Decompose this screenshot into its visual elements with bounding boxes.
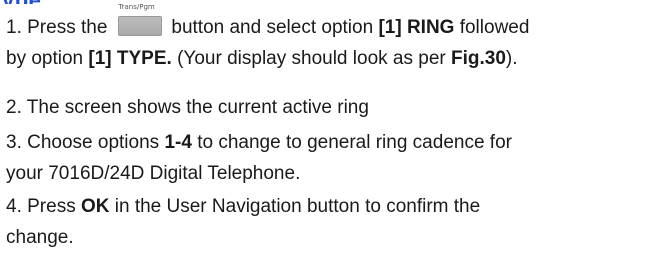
option-range: 1-4 — [164, 132, 192, 153]
option-type: [1] TYPE. — [88, 48, 172, 69]
step-3-text-c: your 7016D/24D Digital Telephone. — [6, 163, 301, 184]
step-1-text-e: (Your display should look as per — [171, 48, 451, 69]
step-4: 4. Press OK in the User Navigation butto… — [6, 191, 480, 253]
step-4-line-1: 4. Press OK in the User Navigation butto… — [6, 191, 480, 222]
section-heading-fragment: ype — [2, 0, 41, 4]
key-caption: Trans/Pgm — [118, 3, 155, 11]
step-1-line-1: 1. Press the Trans/Pgm button and select o… — [6, 3, 530, 43]
option-ring: [1] RING — [378, 17, 455, 38]
step-4-line-2: change. — [6, 222, 480, 253]
step-4-text-a: 4. Press — [6, 196, 81, 217]
step-2: 2. The screen shows the current active r… — [6, 92, 369, 123]
step-4-text-c: change. — [6, 227, 74, 248]
step-3-line-2: your 7016D/24D Digital Telephone. — [6, 158, 512, 189]
step-1-line-2: by option [1] TYPE. (Your display should… — [6, 43, 529, 74]
step-1-text-a: 1. Press the — [6, 17, 108, 38]
step-4-text-b: in the User Navigation button to confirm… — [109, 196, 481, 217]
step-3-text-b: to change to general ring cadence for — [191, 132, 512, 153]
step-1-text-f: ). — [505, 48, 518, 69]
step-1-text-d: by option — [6, 48, 89, 69]
step-3: 3. Choose options 1-4 to change to gener… — [6, 127, 512, 189]
figure-reference: Fig.30 — [451, 48, 506, 69]
key-face — [118, 16, 163, 36]
step-1-text-b: button and select option — [171, 17, 379, 38]
step-2-text: 2. The screen shows the current active r… — [6, 97, 369, 118]
step-3-line-1: 3. Choose options 1-4 to change to gener… — [6, 127, 512, 158]
step-3-text-a: 3. Choose options — [6, 132, 165, 153]
trans-pgm-key-icon: Trans/Pgm — [110, 3, 168, 36]
heading-text: ype — [2, 0, 41, 4]
step-1-text-c: followed — [454, 17, 530, 38]
ok-button-label: OK — [80, 196, 110, 217]
step-1: 1. Press the Trans/Pgm button and select o… — [6, 3, 530, 74]
